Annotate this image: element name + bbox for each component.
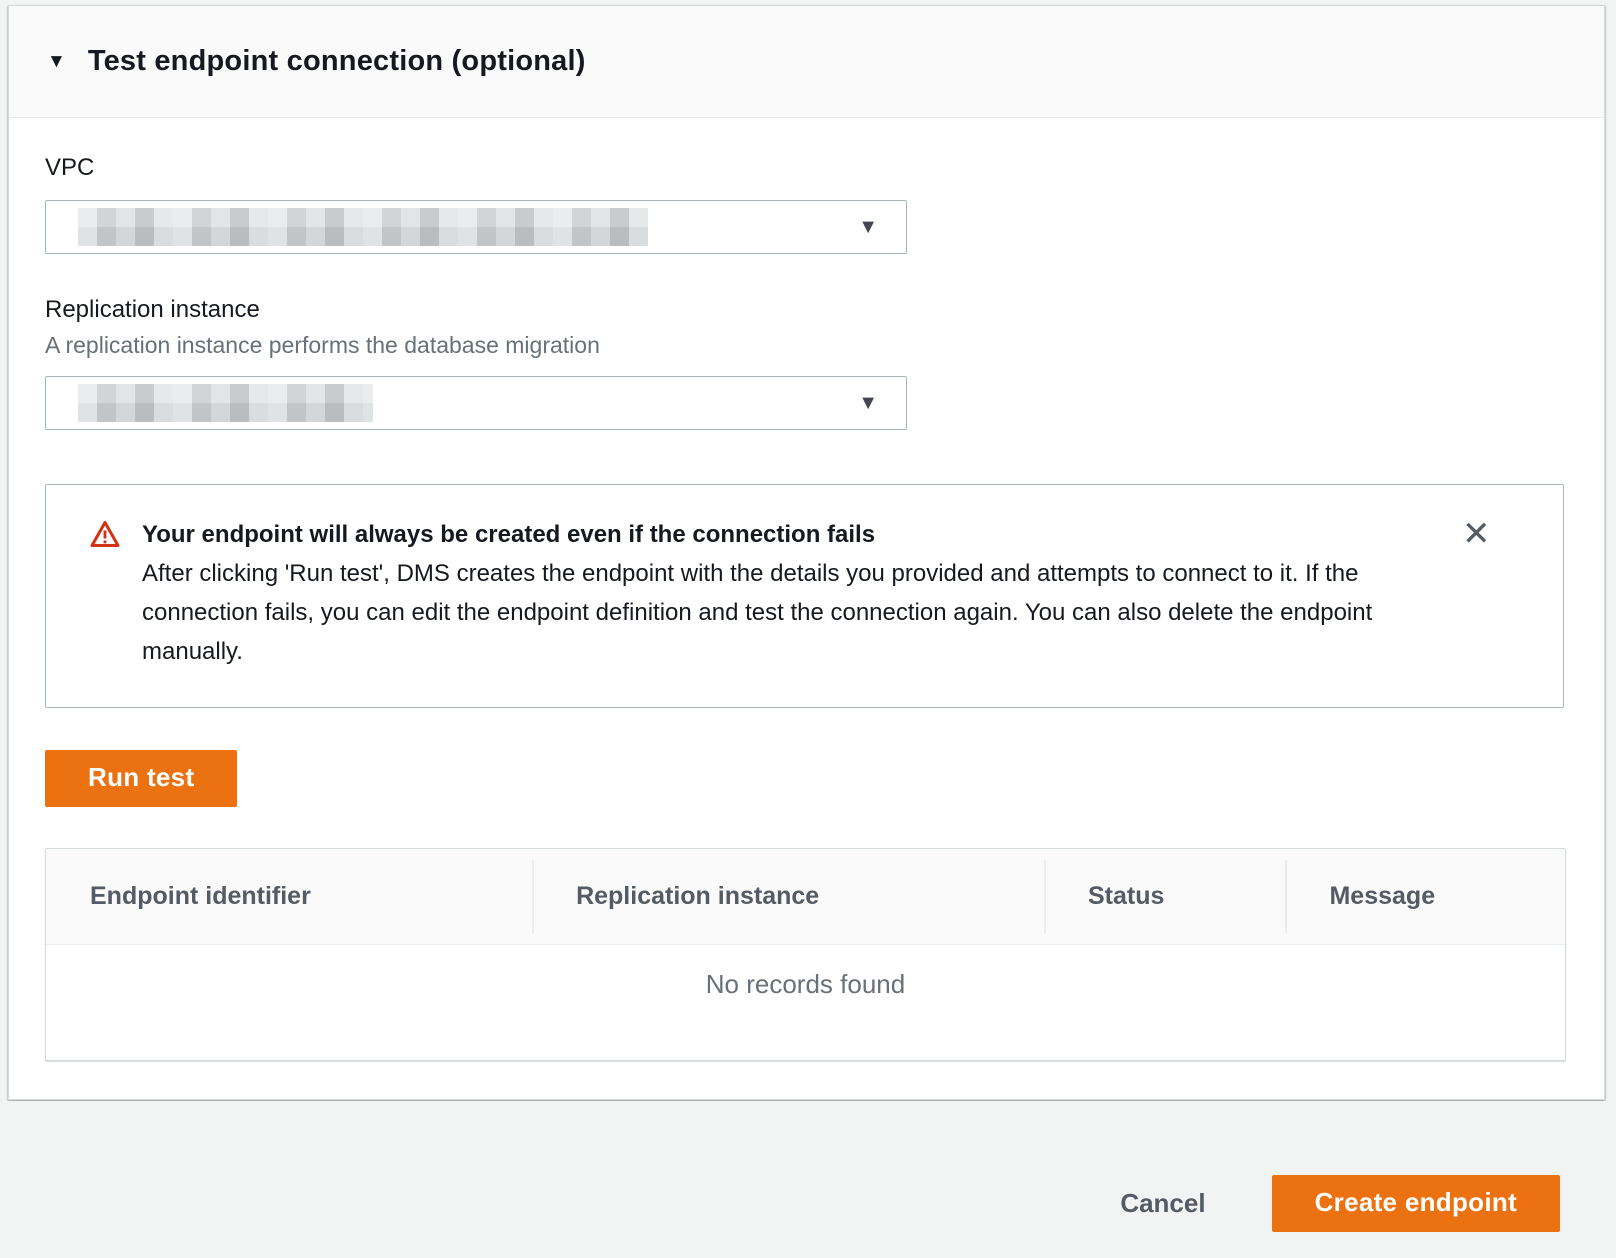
column-header-replication-instance: Replication instance — [532, 882, 1044, 911]
warning-alert-body: After clicking 'Run test', DMS creates t… — [142, 554, 1442, 671]
section-header-toggle[interactable]: ▼ Test endpoint connection (optional) — [9, 6, 1604, 118]
dropdown-caret-icon: ▼ — [858, 393, 878, 413]
table-empty-state: No records found — [46, 945, 1565, 1060]
test-endpoint-connection-panel: ▼ Test endpoint connection (optional) VP… — [8, 5, 1605, 1100]
column-header-endpoint-identifier: Endpoint identifier — [46, 882, 532, 911]
footer-actions: Cancel Create endpoint — [1114, 1175, 1560, 1232]
close-icon[interactable]: ✕ — [1462, 517, 1491, 551]
section-title: Test endpoint connection (optional) — [88, 45, 586, 78]
warning-triangle-icon — [90, 520, 120, 553]
chevron-down-icon: ▼ — [47, 52, 66, 71]
column-header-message: Message — [1285, 882, 1564, 911]
replication-instance-description: A replication instance performs the data… — [45, 330, 1568, 360]
dropdown-caret-icon: ▼ — [858, 217, 878, 237]
vpc-select[interactable]: ▼ — [45, 200, 907, 254]
warning-alert: Your endpoint will always be created eve… — [45, 484, 1564, 708]
section-body: VPC ▼ Replication instance A replication… — [9, 152, 1604, 1061]
replication-instance-label: Replication instance — [45, 294, 1568, 326]
column-header-status: Status — [1044, 882, 1286, 911]
page-footer: Cancel Create endpoint — [0, 1101, 1616, 1258]
replication-instance-selected-value-redacted — [78, 384, 373, 422]
table-header-row: Endpoint identifier Replication instance… — [46, 849, 1565, 945]
create-endpoint-button[interactable]: Create endpoint — [1272, 1175, 1560, 1232]
cancel-button[interactable]: Cancel — [1114, 1178, 1211, 1229]
vpc-selected-value-redacted — [78, 208, 648, 246]
vpc-label: VPC — [45, 152, 1568, 184]
replication-instance-select[interactable]: ▼ — [45, 376, 907, 430]
test-results-table: Endpoint identifier Replication instance… — [45, 848, 1566, 1061]
run-test-button[interactable]: Run test — [45, 750, 237, 807]
warning-alert-text: Your endpoint will always be created eve… — [142, 515, 1442, 671]
warning-alert-title: Your endpoint will always be created eve… — [142, 515, 1442, 554]
